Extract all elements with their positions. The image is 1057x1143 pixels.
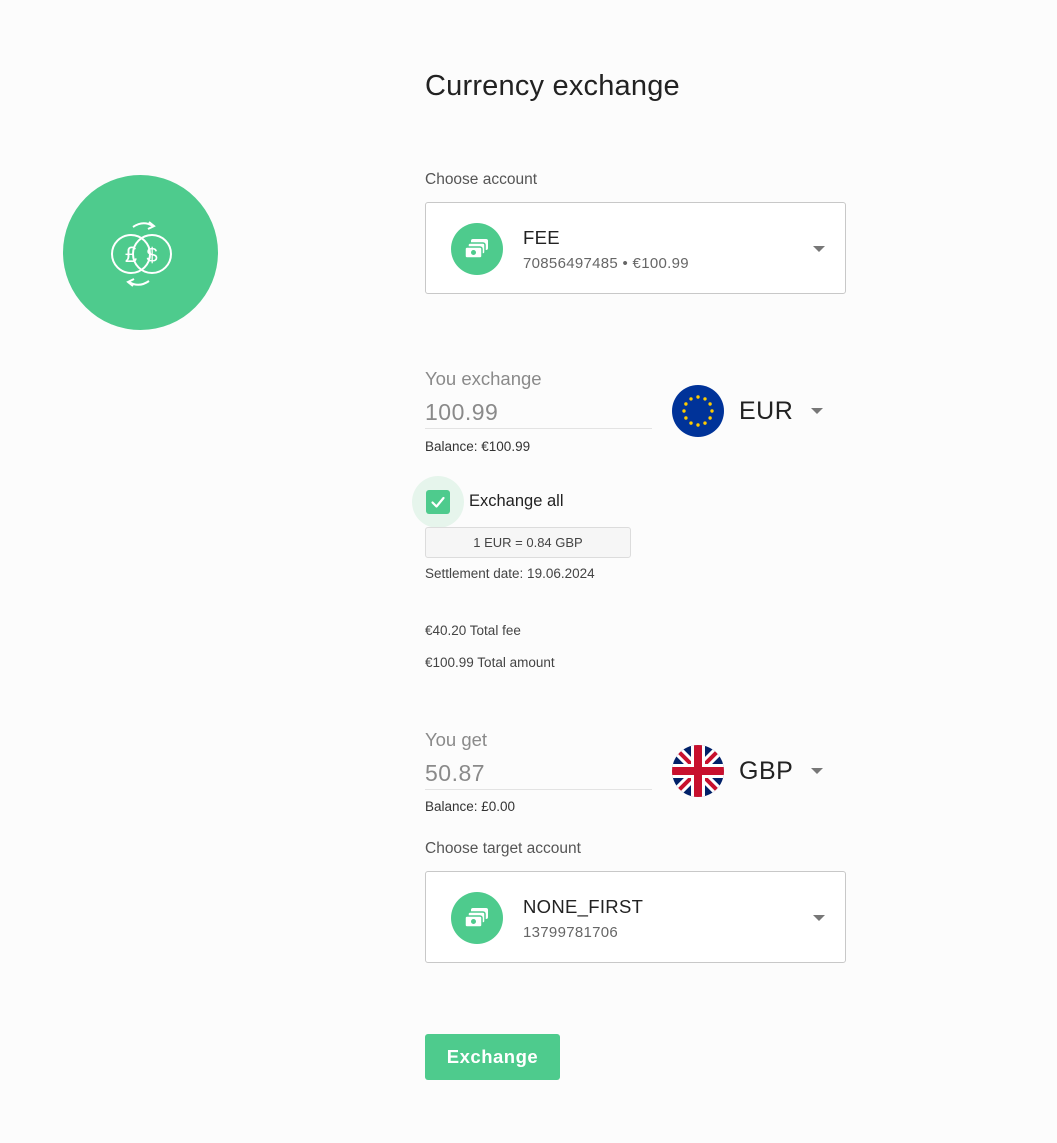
source-balance: Balance: €100.99	[425, 439, 531, 454]
target-balance: Balance: £0.00	[425, 799, 516, 814]
currency-exchange-icon: £ $	[110, 220, 172, 287]
exchange-amount-input[interactable]	[425, 396, 652, 429]
exchange-all-label: Exchange all	[469, 492, 564, 510]
exchange-button[interactable]: Exchange	[425, 1034, 560, 1080]
total-amount: €100.99 Total amount	[425, 655, 555, 670]
source-account-details: 70856497485 • €100.99	[523, 255, 689, 272]
eu-flag-icon	[672, 385, 724, 437]
you-get-label: You get	[425, 729, 488, 750]
source-account-name: FEE	[523, 227, 560, 248]
settlement-date: Settlement date: 19.06.2024	[425, 566, 595, 581]
wallet-icon	[451, 223, 503, 275]
source-currency-code: EUR	[739, 396, 794, 425]
choose-target-account-label: Choose target account	[425, 840, 581, 857]
source-account-select[interactable]: FEE 70856497485 • €100.99	[425, 202, 846, 294]
target-account-name: NONE_FIRST	[523, 896, 644, 917]
check-icon	[431, 496, 445, 508]
choose-account-label: Choose account	[425, 171, 538, 188]
chevron-down-icon	[813, 246, 825, 252]
exchange-all-checkbox[interactable]	[426, 490, 450, 514]
get-amount-input[interactable]	[425, 757, 652, 790]
wallet-icon	[451, 892, 503, 944]
chevron-down-icon	[811, 768, 824, 774]
page-title: Currency exchange	[425, 70, 680, 102]
target-currency-code: GBP	[739, 756, 794, 785]
total-fee: €40.20 Total fee	[425, 623, 521, 638]
target-currency-select[interactable]: GBP	[672, 744, 832, 798]
exchange-rate-badge: 1 EUR = 0.84 GBP	[425, 527, 631, 558]
target-account-select[interactable]: NONE_FIRST 13799781706	[425, 871, 846, 963]
target-account-details: 13799781706	[523, 924, 619, 941]
svg-text:$: $	[146, 245, 157, 267]
currency-exchange-hero: £ $	[63, 175, 218, 330]
chevron-down-icon	[811, 408, 824, 414]
uk-flag-icon	[672, 745, 724, 797]
chevron-down-icon	[813, 915, 825, 921]
you-exchange-label: You exchange	[425, 368, 542, 389]
svg-text:£: £	[124, 242, 136, 267]
source-currency-select[interactable]: EUR	[672, 384, 832, 438]
